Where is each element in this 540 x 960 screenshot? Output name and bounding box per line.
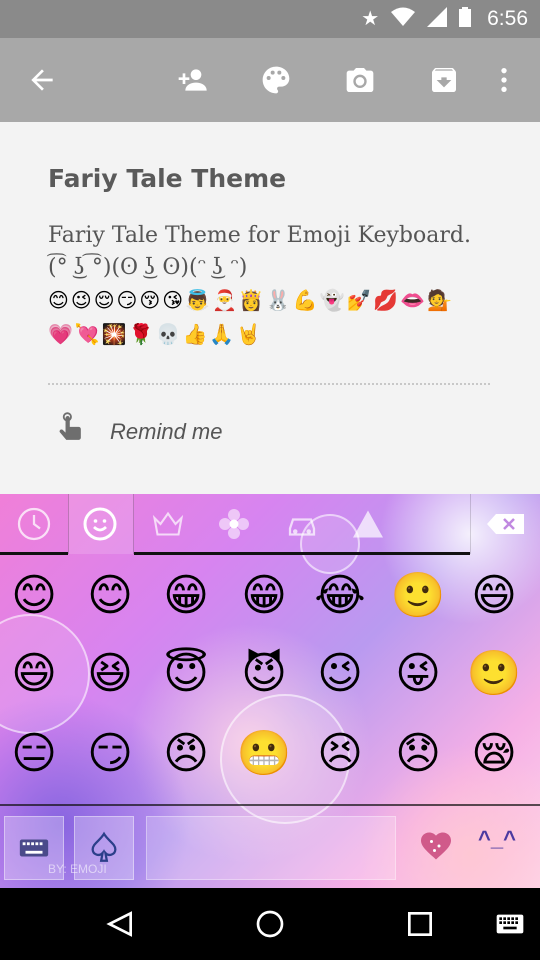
note-body-line1: Fariy Tale Theme for Emoji Keyboard. [48,223,471,248]
emoji-key[interactable]: 😬 [237,728,292,780]
emoji-key[interactable]: 😇 [160,648,212,700]
spade-icon [91,831,117,862]
emoji-key[interactable]: 😈 [238,648,290,700]
backspace-icon [486,514,524,534]
emoji-key[interactable]: 😄 [468,570,520,622]
note-emoji-row-2: 💗💘🎇🌹💀👍🙏🤘 [48,324,264,346]
heart-icon[interactable] [416,826,456,866]
note-body-line2: (͡° ͜ʖ ͡°)(ʘ ͜ʖ ʘ)(ᵔ ͜ʖ ᵔ) [48,255,248,280]
archive-icon[interactable] [424,60,464,100]
emoji-key[interactable]: 😂 [314,570,366,622]
note-title[interactable]: Fariy Tale Theme [48,164,286,193]
emoji-key[interactable]: 😉 [314,648,366,700]
status-time: 6:56 [487,7,528,30]
space-bar[interactable] [146,816,396,880]
status-bar: ★ 6:56 [0,0,540,38]
emoji-key[interactable]: 😊 [8,570,60,622]
recents-square-icon[interactable] [400,904,440,944]
recent-clock-icon[interactable] [12,502,56,546]
smiley-face-icon[interactable] [78,502,122,546]
note-divider [48,383,490,385]
back-triangle-icon[interactable] [100,904,140,944]
keyboard-byline: BY: EMOJI [48,862,107,876]
tab-bar-line [134,552,470,555]
keyboard-bottom-bar: BY: EMOJI ^_^ [0,810,540,888]
emoji-key[interactable]: 😠 [160,728,212,780]
emoji-grid: 😊 😊 😁 😁 😂 🙂 😄 😄 😆 😇 😈 😉 😜 🙂 😑 😏 😠 😬 😣 😞 😪 [0,562,540,802]
emoji-key[interactable]: 😞 [392,728,444,780]
emoji-category-tabs [0,494,540,554]
signal-icon [427,7,448,31]
tab-bar-line [0,552,68,555]
kaomoji-key[interactable]: ^_^ [478,826,516,852]
more-vert-icon[interactable] [484,60,524,100]
triangle-icon[interactable] [346,502,390,546]
battery-icon [459,7,472,31]
note-emoji-row-1: 😊😉😌😏😚😘👼🎅👸🐰💪👻💅💋👄💁 [48,290,455,312]
crown-icon[interactable] [146,502,190,546]
system-nav-bar [0,888,540,960]
home-circle-icon[interactable] [250,904,290,944]
flower-icon[interactable] [212,502,256,546]
note-body[interactable]: Fariy Tale Theme for Emoji Keyboard. (͡°… [48,220,518,284]
remind-me-label: Remind me [110,418,223,444]
emoji-key[interactable]: 🙂 [391,570,446,622]
emoji-key[interactable]: 😜 [392,648,444,700]
emoji-key[interactable]: 😄 [8,648,60,700]
emoji-key[interactable]: 😪 [468,728,520,780]
emoji-key[interactable]: 😏 [84,728,136,780]
emoji-keyboard: 😊 😊 😁 😁 😂 🙂 😄 😄 😆 😇 😈 😉 😜 🙂 😑 😏 😠 😬 😣 😞 😪 BY: EMOJI ^_^ [0,494,540,888]
camera-icon[interactable] [340,60,380,100]
emoji-key[interactable]: 😁 [238,570,290,622]
star-icon: ★ [361,8,380,30]
emoji-key[interactable]: 😆 [84,648,136,700]
emoji-key[interactable]: 🙂 [467,648,522,700]
wifi-icon [391,7,416,31]
keyboard-separator [0,804,540,806]
emoji-key[interactable]: 😣 [314,728,366,780]
emoji-key[interactable]: 😁 [160,570,212,622]
backspace-button[interactable] [470,494,540,554]
emoji-key[interactable]: 😑 [8,728,60,780]
emoji-key[interactable]: 😊 [84,570,136,622]
car-icon[interactable] [280,502,324,546]
remind-me-button[interactable]: Remind me [56,412,222,451]
keyboard-icon [19,839,49,857]
hand-pointer-icon [56,412,86,451]
note-content: Fariy Tale Theme Fariy Tale Theme for Em… [0,122,540,494]
note-toolbar [0,38,540,122]
back-arrow-icon[interactable] [22,60,62,100]
keyboard-switch-icon[interactable] [490,904,530,944]
add-person-icon[interactable] [172,60,212,100]
palette-icon[interactable] [256,60,296,100]
